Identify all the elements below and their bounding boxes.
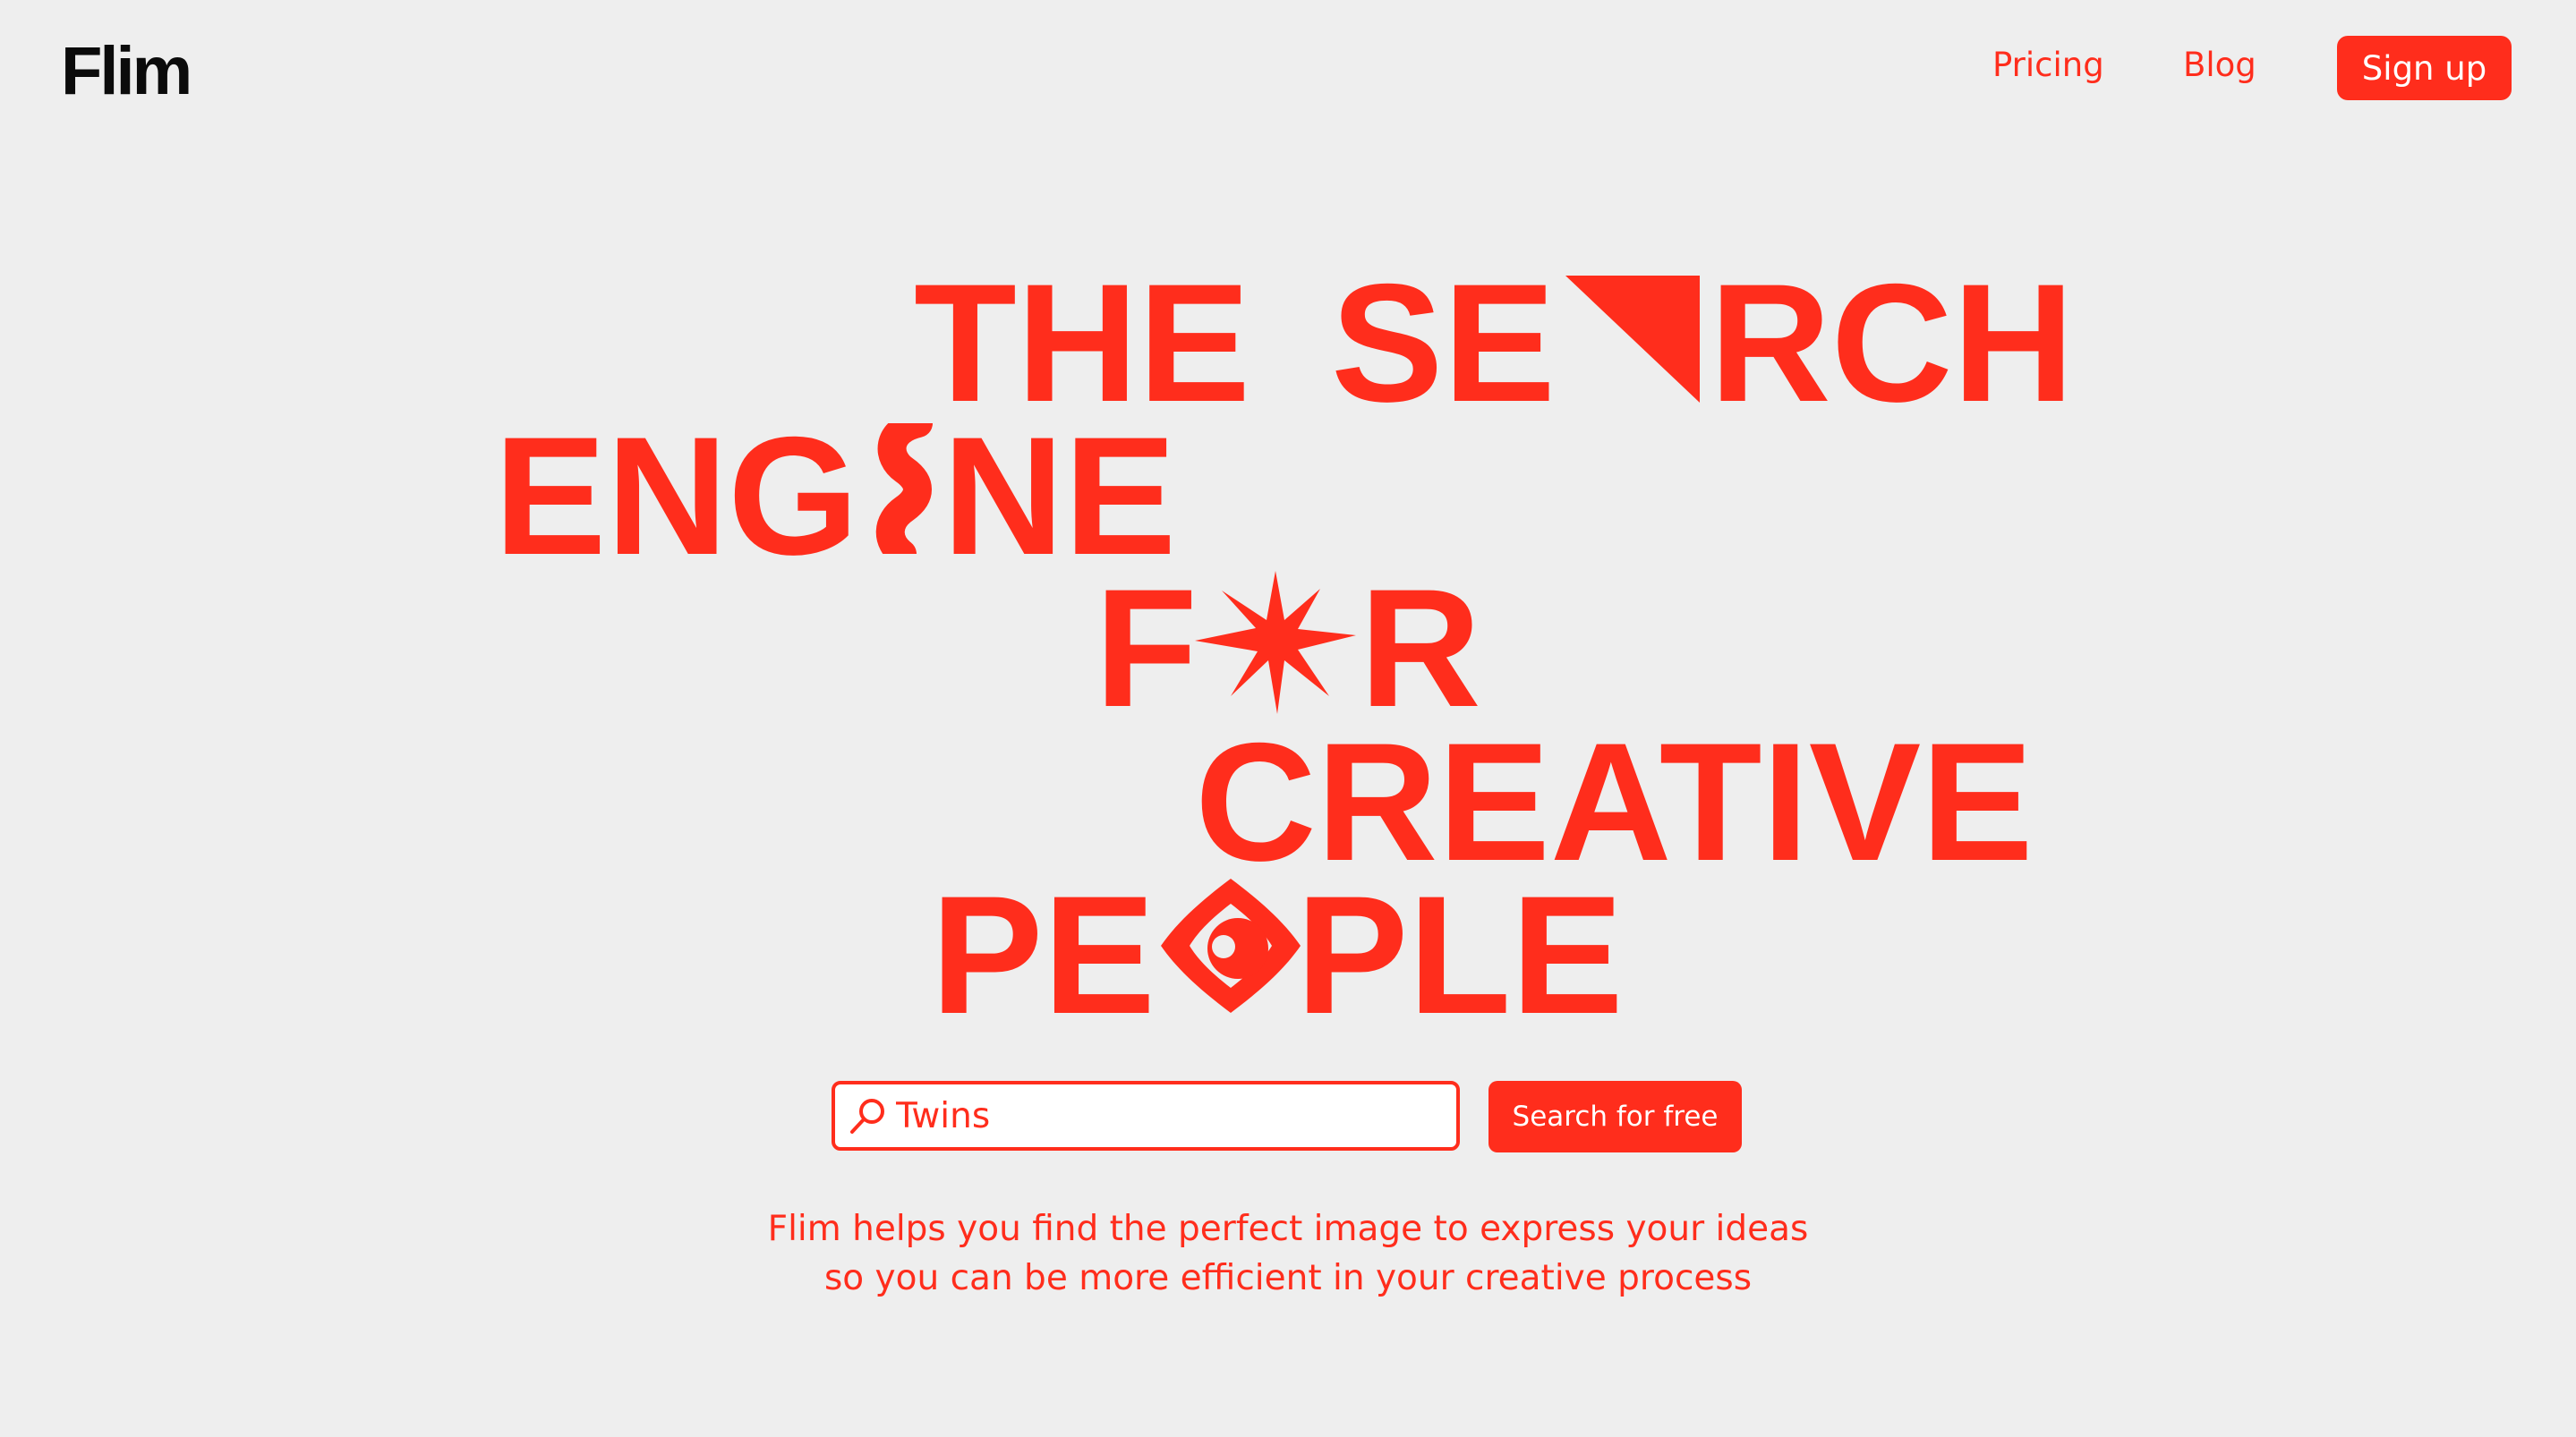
sign-up-button[interactable]: Sign up (2337, 36, 2512, 100)
nav-blog-link[interactable]: Blog (2183, 48, 2256, 81)
hero-word-r: R (1360, 554, 1481, 742)
search-icon (846, 1096, 891, 1135)
tagline-line-2: so you can be more efficient in your cre… (823, 1258, 1753, 1298)
eye-o-icon (1161, 879, 1301, 1017)
flim-logo[interactable]: Flim (61, 38, 192, 106)
search-for-free-button[interactable]: Search for free (1488, 1081, 1742, 1152)
search-input[interactable] (891, 1095, 1433, 1136)
hero-word-ple: PLE (1296, 861, 1624, 1049)
hero-word-rch: RCH (1710, 249, 2075, 437)
nav-pricing-link[interactable]: Pricing (1992, 48, 2104, 81)
starburst-o-icon (1195, 571, 1356, 718)
search-bar[interactable] (832, 1081, 1460, 1151)
hero-word-se: SE (1331, 249, 1556, 437)
hero-word-f: F (1095, 554, 1198, 742)
squiggle-i-icon (866, 409, 938, 568)
hero-word-pe: PE (931, 861, 1156, 1049)
hero-word-eng: ENG (494, 402, 859, 590)
tagline-line-1: Flim helps you find the perfect image to… (767, 1209, 1809, 1249)
triangle-a-icon (1565, 276, 1700, 407)
